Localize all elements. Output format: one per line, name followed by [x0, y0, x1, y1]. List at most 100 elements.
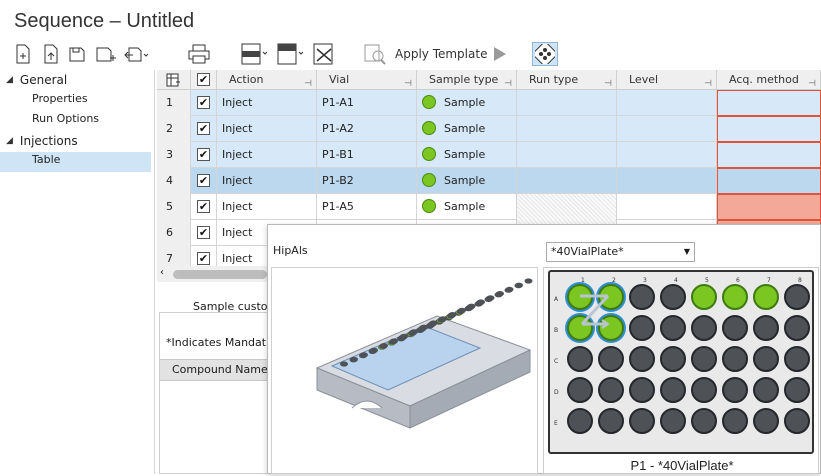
vial-well[interactable]	[722, 315, 748, 341]
sample-type-cell[interactable]: Sample	[417, 142, 517, 168]
save-as-button[interactable]	[94, 42, 118, 66]
nav-group-general[interactable]: ◢ General	[6, 73, 67, 87]
vial-well[interactable]	[722, 377, 748, 403]
run-button[interactable]	[490, 42, 510, 66]
table-row[interactable]: 2 ✔ Inject P1-A2 Sample	[157, 116, 821, 142]
vial-cell[interactable]: P1-A5	[317, 194, 417, 220]
vial-well[interactable]	[567, 315, 593, 341]
nav-group-injections[interactable]: ◢ Injections	[6, 134, 78, 148]
delete-row-button[interactable]	[312, 42, 338, 66]
column-header-sample-type[interactable]: Sample type ⊣	[417, 70, 517, 90]
run-type-cell[interactable]	[517, 116, 617, 142]
table-row[interactable]: 1 ✔ Inject P1-A1 Sample	[157, 90, 821, 116]
level-cell[interactable]	[617, 90, 717, 116]
vial-cell[interactable]: P1-A1	[317, 90, 417, 116]
print-button[interactable]	[186, 42, 212, 66]
vial-well[interactable]	[691, 284, 717, 310]
vial-well[interactable]	[598, 408, 624, 434]
insert-row-button[interactable]	[240, 42, 270, 66]
run-type-cell[interactable]	[517, 142, 617, 168]
template-icon-button[interactable]	[362, 42, 388, 66]
row-checkbox[interactable]: ✔	[197, 252, 210, 265]
row-checkbox-cell[interactable]: ✔	[191, 116, 217, 142]
new-sequence-button[interactable]	[12, 42, 34, 66]
scroll-left-icon[interactable]: ‹	[160, 267, 164, 278]
level-cell[interactable]	[617, 116, 717, 142]
row-checkbox[interactable]: ✔	[197, 226, 210, 239]
row-checkbox-cell[interactable]: ✔	[191, 90, 217, 116]
horizontal-scrollbar[interactable]: ‹	[157, 266, 269, 282]
sample-type-cell[interactable]: Sample	[417, 116, 517, 142]
nav-item-run-options[interactable]: Run Options	[32, 112, 99, 125]
acq-method-cell[interactable]	[717, 116, 821, 142]
table-row[interactable]: 3 ✔ Inject P1-B1 Sample	[157, 142, 821, 168]
vial-well[interactable]	[567, 408, 593, 434]
vial-well[interactable]	[691, 377, 717, 403]
vial-cell[interactable]: P1-B1	[317, 142, 417, 168]
sample-type-cell[interactable]: Sample	[417, 90, 517, 116]
row-checkbox[interactable]: ✔	[197, 200, 210, 213]
vial-cell[interactable]: P1-B2	[317, 168, 417, 194]
table-row[interactable]: 5 ✔ Inject P1-A5 Sample	[157, 194, 821, 220]
vial-well[interactable]	[629, 346, 655, 372]
column-header-action[interactable]: Action ⊣	[217, 70, 317, 90]
vial-well[interactable]	[753, 284, 779, 310]
scrollbar-thumb[interactable]	[173, 270, 267, 279]
action-cell[interactable]: Inject	[217, 90, 317, 116]
vial-well[interactable]	[629, 315, 655, 341]
row-checkbox[interactable]: ✔	[197, 174, 210, 187]
vial-well[interactable]	[784, 377, 810, 403]
action-cell[interactable]: Inject	[217, 142, 317, 168]
row-checkbox[interactable]: ✔	[197, 148, 210, 161]
sampler-3d-view[interactable]	[271, 267, 538, 474]
vial-well[interactable]	[660, 315, 686, 341]
vial-cell[interactable]: P1-A2	[317, 116, 417, 142]
level-cell[interactable]	[617, 168, 717, 194]
vial-well[interactable]	[784, 346, 810, 372]
vial-well[interactable]	[753, 377, 779, 403]
vial-well[interactable]	[722, 346, 748, 372]
vial-well[interactable]	[567, 346, 593, 372]
column-chooser-button[interactable]	[157, 70, 191, 90]
vial-well[interactable]	[660, 284, 686, 310]
vial-well[interactable]	[691, 346, 717, 372]
action-cell[interactable]: Inject	[217, 116, 317, 142]
plate-type-dropdown[interactable]: *40VialPlate* ▼	[546, 242, 695, 262]
vial-well[interactable]	[567, 284, 593, 310]
plate-view-toggle[interactable]	[532, 42, 558, 66]
vial-well[interactable]	[629, 284, 655, 310]
vial-well[interactable]	[629, 408, 655, 434]
nav-item-properties[interactable]: Properties	[32, 92, 88, 105]
vial-well[interactable]	[691, 408, 717, 434]
select-all-column[interactable]: ✔	[191, 70, 217, 90]
level-cell[interactable]	[617, 142, 717, 168]
column-header-vial[interactable]: Vial ⊣	[317, 70, 417, 90]
apply-template-button[interactable]: Apply Template	[395, 47, 487, 61]
level-cell[interactable]	[617, 194, 717, 220]
vial-well[interactable]	[598, 377, 624, 403]
vial-well[interactable]	[598, 315, 624, 341]
column-header-run-type[interactable]: Run type ⊣	[517, 70, 617, 90]
vial-well[interactable]	[753, 408, 779, 434]
acq-method-cell[interactable]	[717, 142, 821, 168]
acq-method-cell[interactable]	[717, 194, 821, 220]
row-checkbox-cell[interactable]: ✔	[191, 220, 217, 246]
column-header-compound-name[interactable]: Compound Name	[160, 359, 270, 381]
vial-well[interactable]	[753, 346, 779, 372]
open-sequence-button[interactable]	[40, 42, 62, 66]
acq-method-cell[interactable]	[717, 90, 821, 116]
vial-well[interactable]	[691, 315, 717, 341]
select-all-checkbox[interactable]: ✔	[197, 73, 210, 86]
vial-well[interactable]	[660, 346, 686, 372]
vial-well[interactable]	[722, 408, 748, 434]
save-button[interactable]	[66, 42, 88, 66]
acq-method-cell[interactable]	[717, 168, 821, 194]
export-button[interactable]	[122, 42, 150, 66]
column-header-level[interactable]: Level ⊣	[617, 70, 717, 90]
row-checkbox[interactable]: ✔	[197, 122, 210, 135]
vial-well[interactable]	[660, 408, 686, 434]
vial-well[interactable]	[784, 284, 810, 310]
row-checkbox-cell[interactable]: ✔	[191, 194, 217, 220]
nav-item-table[interactable]: Table	[32, 153, 60, 166]
vial-well[interactable]	[598, 284, 624, 310]
